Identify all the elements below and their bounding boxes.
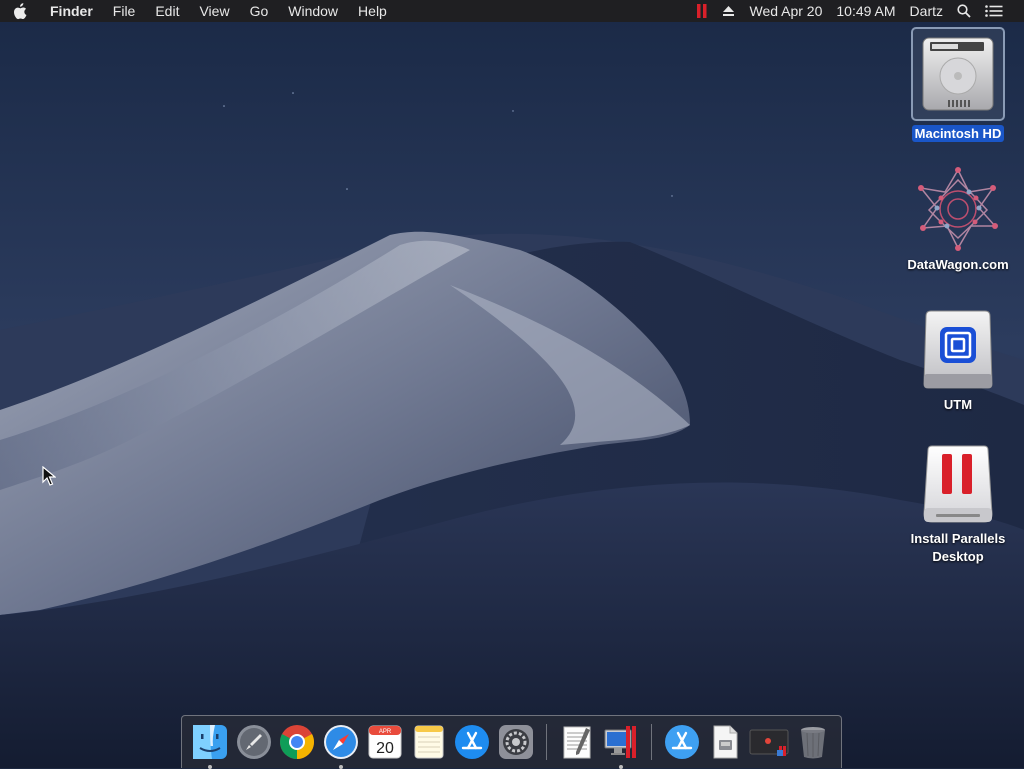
dock-separator <box>546 724 548 760</box>
dock-app-store[interactable] <box>453 722 493 762</box>
dock-applications[interactable] <box>662 722 702 762</box>
mouse-pointer-icon <box>42 466 56 486</box>
dock-separator <box>650 724 652 760</box>
desktop-icon-datawagon[interactable]: DataWagon.com <box>898 166 1018 274</box>
search-icon[interactable] <box>950 4 978 18</box>
running-indicator <box>208 765 212 769</box>
menu-file[interactable]: File <box>103 0 146 22</box>
hard-drive-icon <box>922 37 994 111</box>
app-menu-finder[interactable]: Finder <box>40 0 103 22</box>
screen-recording-icon <box>749 729 789 756</box>
textedit-icon <box>563 726 591 759</box>
system-preferences-icon <box>499 725 534 759</box>
menu-window[interactable]: Window <box>278 0 348 22</box>
dock-calendar[interactable]: APR 20 <box>365 722 405 762</box>
app-store-icon <box>455 725 490 759</box>
dock-notes[interactable] <box>409 722 449 762</box>
datawagon-icon <box>918 167 998 251</box>
calendar-month: APR <box>379 729 392 735</box>
desktop-icon-install-parallels[interactable]: Install Parallels Desktop <box>898 444 1018 566</box>
desktop-icon-label: Macintosh HD <box>911 125 1005 142</box>
dock-safari[interactable] <box>321 722 361 769</box>
desktop-icon-macintosh-hd[interactable]: Macintosh HD <box>898 27 1018 143</box>
chrome-icon <box>280 725 315 759</box>
dock-textedit[interactable] <box>557 722 597 762</box>
parallels-icon[interactable] <box>689 3 715 19</box>
user-menu[interactable]: Dartz <box>903 0 950 22</box>
list-icon[interactable] <box>978 5 1010 17</box>
launchpad-icon <box>236 725 271 759</box>
desktop-icon-utm[interactable]: UTM <box>898 308 1018 414</box>
calendar-day: 20 <box>376 740 394 757</box>
finder-icon <box>192 725 227 759</box>
apple-menu-icon[interactable] <box>0 2 40 20</box>
parallels-desktop-icon <box>604 726 636 758</box>
desktop-icon-label-line2: Desktop <box>932 549 984 564</box>
applications-folder-icon <box>664 725 699 759</box>
dock: APR 20 <box>181 715 842 769</box>
parallels-installer-icon <box>923 445 993 523</box>
dock-system-preferences[interactable] <box>496 722 536 762</box>
eject-icon[interactable] <box>715 5 742 17</box>
dock-launchpad[interactable] <box>234 722 274 762</box>
menu-help[interactable]: Help <box>348 0 397 22</box>
running-indicator <box>339 765 344 769</box>
trash-icon <box>801 727 826 759</box>
running-indicator <box>618 765 623 769</box>
desktop-icon-label: Install Parallels <box>910 531 1006 546</box>
menu-bar: Finder File Edit View Go Window Help Wed… <box>0 0 1024 22</box>
menu-view[interactable]: View <box>189 0 239 22</box>
dock-finder[interactable] <box>190 722 230 769</box>
safari-icon <box>324 725 359 759</box>
time-label[interactable]: 10:49 AM <box>829 0 902 22</box>
menu-go[interactable]: Go <box>240 0 279 22</box>
desktop-icon-label: UTM <box>943 397 973 412</box>
desktop-wallpaper <box>0 0 1024 768</box>
desktop-icon-label: DataWagon.com <box>907 257 1009 272</box>
date-label[interactable]: Wed Apr 20 <box>742 0 829 22</box>
dock-chrome[interactable] <box>278 722 318 762</box>
dock-parallels-desktop[interactable] <box>601 722 641 769</box>
menu-edit[interactable]: Edit <box>145 0 189 22</box>
dock-trash[interactable] <box>793 722 833 762</box>
document-icon <box>713 725 738 759</box>
dock-screen-recording[interactable] <box>749 722 789 762</box>
utm-drive-icon <box>923 310 993 389</box>
dock-document[interactable] <box>705 722 745 762</box>
calendar-icon: APR 20 <box>368 725 402 759</box>
notes-icon <box>414 725 444 759</box>
